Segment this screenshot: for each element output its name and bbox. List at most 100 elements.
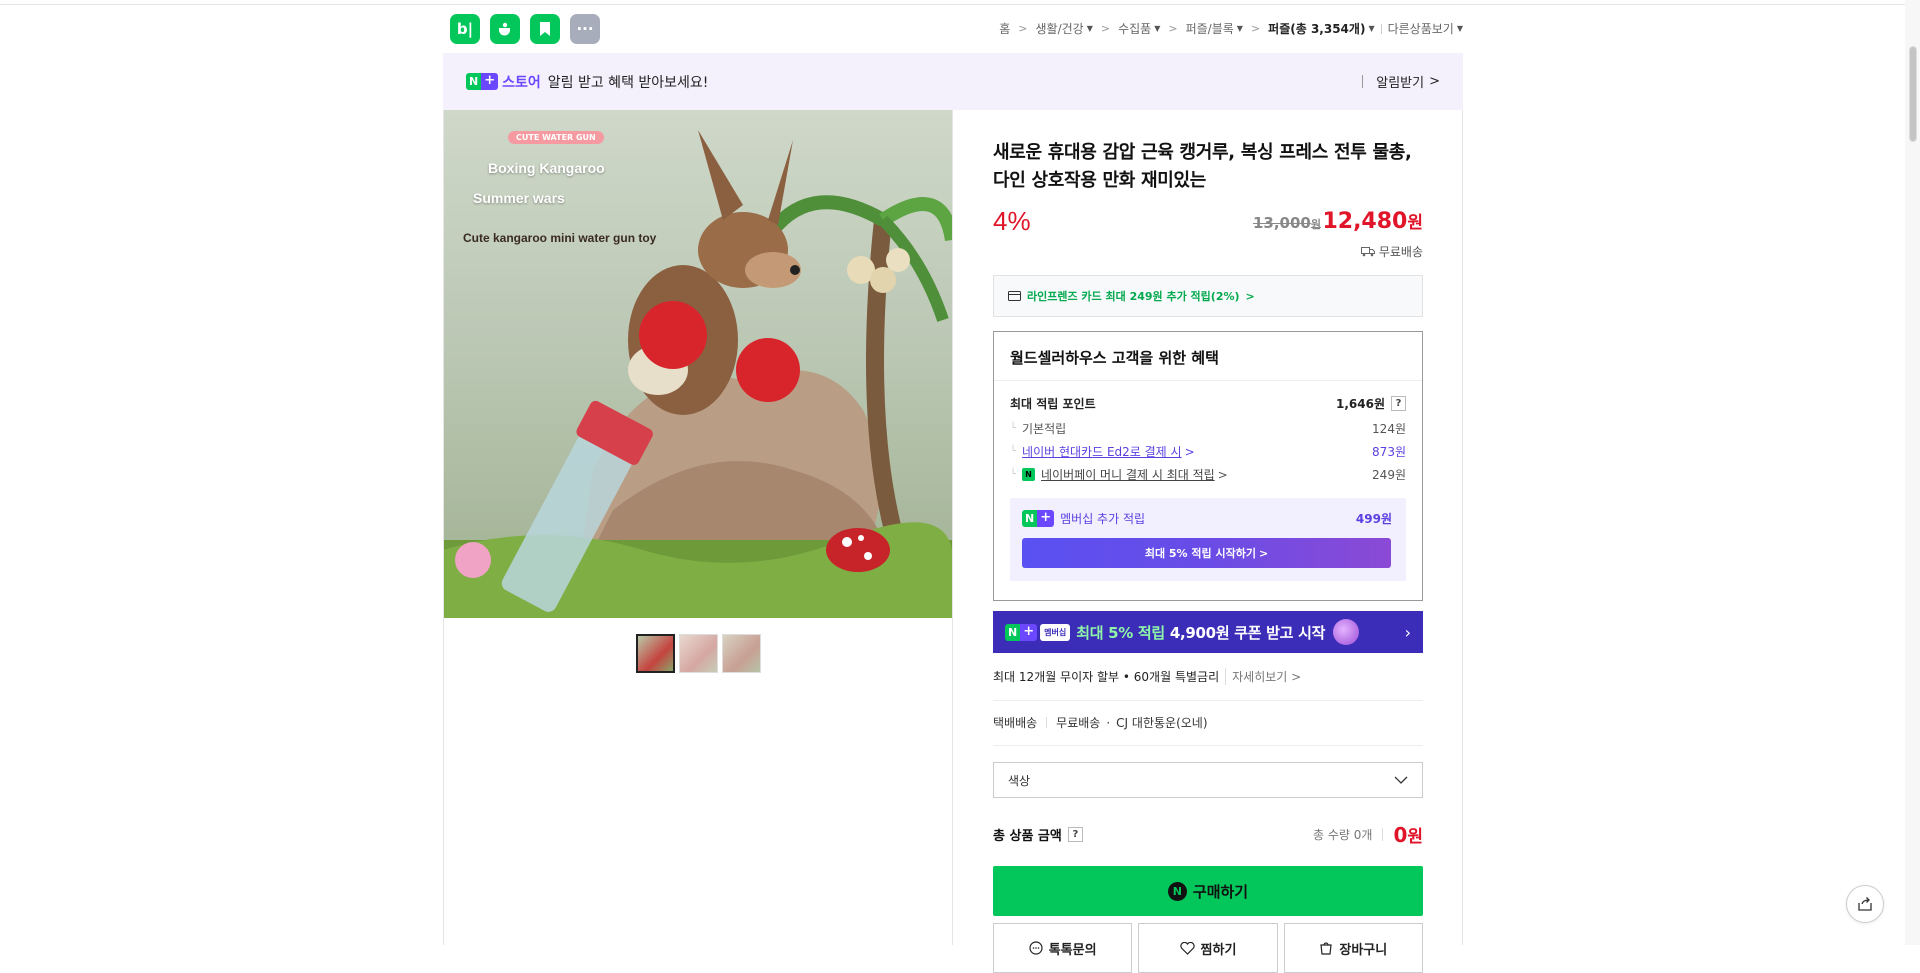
chevron-right-icon: > (1250, 22, 1261, 35)
chevron-right-icon: > (1018, 22, 1028, 35)
cart-icon (1320, 942, 1333, 955)
panel-border (443, 110, 444, 945)
benefit-row-value: 249원 (1372, 468, 1406, 482)
breadcrumb-cat3[interactable]: 퍼즐/블록 ▼ (1186, 20, 1243, 37)
color-option-select[interactable]: 색상 (993, 762, 1423, 798)
naver-pay-icon: N (1022, 468, 1036, 481)
benefit-row-npay: └ N 네이버페이 머니 결제 시 최대 적립 > 249원 (1010, 466, 1406, 483)
installment-text: 최대 12개월 무이자 할부 • 60개월 특별금리 (993, 670, 1220, 684)
sale-price: 12,480원 (1322, 209, 1423, 234)
chevron-right-icon: > (1258, 546, 1269, 560)
breadcrumb-more-products[interactable]: 다른상품보기 ▼ (1388, 20, 1463, 37)
help-icon[interactable]: ? (1391, 396, 1406, 411)
dot-separator: · (1106, 715, 1111, 730)
total-price: 0원 (1393, 823, 1423, 847)
chevron-right-icon: > (1184, 444, 1195, 459)
npay-benefit-link[interactable]: 네이버페이 머니 결제 시 최대 적립 (1041, 466, 1215, 483)
max-points-row: 최대 적립 포인트 1,646원 ? (1010, 395, 1406, 412)
membership-value: 499원 (1355, 512, 1392, 526)
naver-pay-icon: N (1167, 881, 1187, 901)
alert-message: 알림 받고 혜택 받아보세요! (547, 74, 709, 91)
caret-down-icon: ▼ (1456, 24, 1463, 33)
chevron-right-icon: > (1168, 22, 1178, 35)
scrollbar-thumb[interactable] (1909, 46, 1917, 142)
membership-banner[interactable]: N + 멤버십 최대 5% 적립 4,900원 쿠폰 받고 시작 › (993, 611, 1423, 653)
cart-button[interactable]: 장바구니 (1283, 923, 1423, 973)
benefit-row-value: 873원 (1372, 445, 1406, 459)
total-price-row: 총 상품 금액 ? 총 수량 0개 0원 (993, 822, 1423, 847)
onion-mascot-icon (1333, 619, 1360, 645)
benefit-row-card: └ 네이버 현대카드 Ed2로 결제 시 > 873원 (1010, 443, 1406, 460)
naver-plus-logo-icon: N + (1022, 510, 1055, 527)
card-benefit-link[interactable]: 라인프렌즈 카드 최대 249원 추가 적립(2%) > (993, 275, 1423, 317)
panel-border (1462, 110, 1463, 945)
product-page: b| ··· 홈 > 생활/건강 ▼ > 수집품 ▼ > 퍼즐/블록 ▼ > 퍼즐(총… (443, 0, 1463, 973)
breadcrumb-home[interactable]: 홈 (999, 20, 1010, 37)
share-button[interactable] (1846, 885, 1884, 923)
panel-divider (952, 110, 953, 945)
original-price: 13,000원 (1252, 214, 1321, 232)
membership-label: 멤버십 추가 적립 (1060, 512, 1146, 526)
product-main-image[interactable]: CUTE WATER GUN Boxing Kangaroo Summer wa… (443, 110, 952, 618)
installment-more-link[interactable]: 자세히보기 > (1225, 668, 1301, 685)
max-points-value: 1,646원 (1336, 397, 1385, 411)
image-headline-1: Boxing Kangaroo (488, 160, 605, 176)
naver-plus-logo-icon: N + (1005, 623, 1038, 641)
benefit-row-basic: └ 기본적립 124원 (1010, 420, 1406, 437)
subscribe-alert-label: 알림받기 (1376, 76, 1425, 91)
benefit-title: 월드셀러하우스 고객을 위한 혜택 (1010, 349, 1219, 367)
caret-down-icon: ▼ (1368, 24, 1375, 33)
card-benefit-text: 라인프렌즈 카드 최대 249원 추가 적립(2%) (1027, 290, 1240, 303)
breadcrumb-cat2[interactable]: 수집품 ▼ (1118, 20, 1160, 37)
cart-label: 장바구니 (1339, 942, 1388, 958)
thumbnail-2[interactable] (679, 634, 718, 673)
caret-down-icon: ▼ (1236, 24, 1243, 33)
total-label: 총 상품 금액 (993, 829, 1062, 844)
chevron-down-icon (1394, 776, 1408, 784)
membership-row: N + 멤버십 추가 적립 499원 (1022, 510, 1392, 527)
shipping-info: 무료배송 (1360, 243, 1423, 260)
start-membership-label: 최대 5% 적립 시작하기 (1144, 547, 1256, 560)
delivery-fee: 무료배송 (1056, 716, 1101, 730)
talk-inquiry-button[interactable]: 톡톡문의 (993, 923, 1133, 973)
bookmark-app-icon[interactable] (530, 14, 560, 44)
chevron-right-icon: > (1100, 22, 1111, 35)
thumbnail-3[interactable] (722, 634, 761, 673)
membership-box: N + 멤버십 추가 적립 499원 최대 5% 적립 시작하기 > (1010, 498, 1406, 581)
delivery-courier: CJ 대한통운(오네) (1116, 716, 1208, 730)
delivery-method: 택배배송 (993, 716, 1038, 730)
caret-down-icon: ▼ (1154, 24, 1161, 33)
chevron-right-icon: > (1245, 289, 1255, 303)
talk-inquiry-label: 톡톡문의 (1048, 942, 1097, 958)
indent-icon: └ (1010, 469, 1017, 480)
vertical-scrollbar[interactable] (1905, 0, 1920, 945)
blog-app-icon[interactable]: b| (450, 14, 480, 44)
chevron-right-icon: > (1217, 467, 1228, 482)
product-title: 새로운 휴대용 감압 근육 캥거루, 복싱 프레스 전투 물총, 다인 상호작용… (993, 142, 1412, 191)
thumbnail-list (636, 634, 761, 673)
divider (1380, 23, 1382, 34)
cafe-app-icon[interactable] (490, 14, 520, 44)
card-benefit-link[interactable]: 네이버 현대카드 Ed2로 결제 시 (1022, 443, 1182, 460)
thumbnail-1[interactable] (636, 634, 675, 673)
breadcrumb-current[interactable]: 퍼즐(총 3,354개) ▼ (1268, 20, 1374, 37)
subscribe-alert-button[interactable]: 알림받기 > (1362, 72, 1440, 91)
divider (1362, 75, 1364, 88)
benefit-box: 월드셀러하우스 고객을 위한 혜택 최대 적립 포인트 1,646원 ? └ 기… (993, 331, 1423, 601)
start-membership-button[interactable]: 최대 5% 적립 시작하기 > (1022, 538, 1391, 568)
indent-icon: └ (1010, 423, 1017, 434)
help-icon[interactable]: ? (1067, 827, 1083, 842)
total-quantity: 총 수량 0개 (1313, 828, 1373, 842)
breadcrumb-cat1[interactable]: 생활/건강 ▼ (1035, 20, 1092, 37)
buy-button[interactable]: N 구매하기 (993, 866, 1423, 916)
chevron-right-icon: > (1429, 74, 1440, 89)
more-apps-icon[interactable]: ··· (570, 14, 600, 44)
benefit-row-label: 기본적립 (1022, 422, 1067, 436)
banner-text: 최대 5% 적립 4,900원 쿠폰 받고 시작 (1076, 623, 1326, 642)
wishlist-label: 찜하기 (1200, 942, 1237, 958)
wishlist-button[interactable]: 찜하기 (1138, 923, 1278, 973)
benefit-row-value: 124원 (1372, 422, 1406, 436)
truck-icon (1360, 246, 1375, 256)
divider (1046, 717, 1048, 728)
store-alert-bar: N + 스토어 알림 받고 혜택 받아보세요! 알림받기 > (443, 53, 1463, 110)
